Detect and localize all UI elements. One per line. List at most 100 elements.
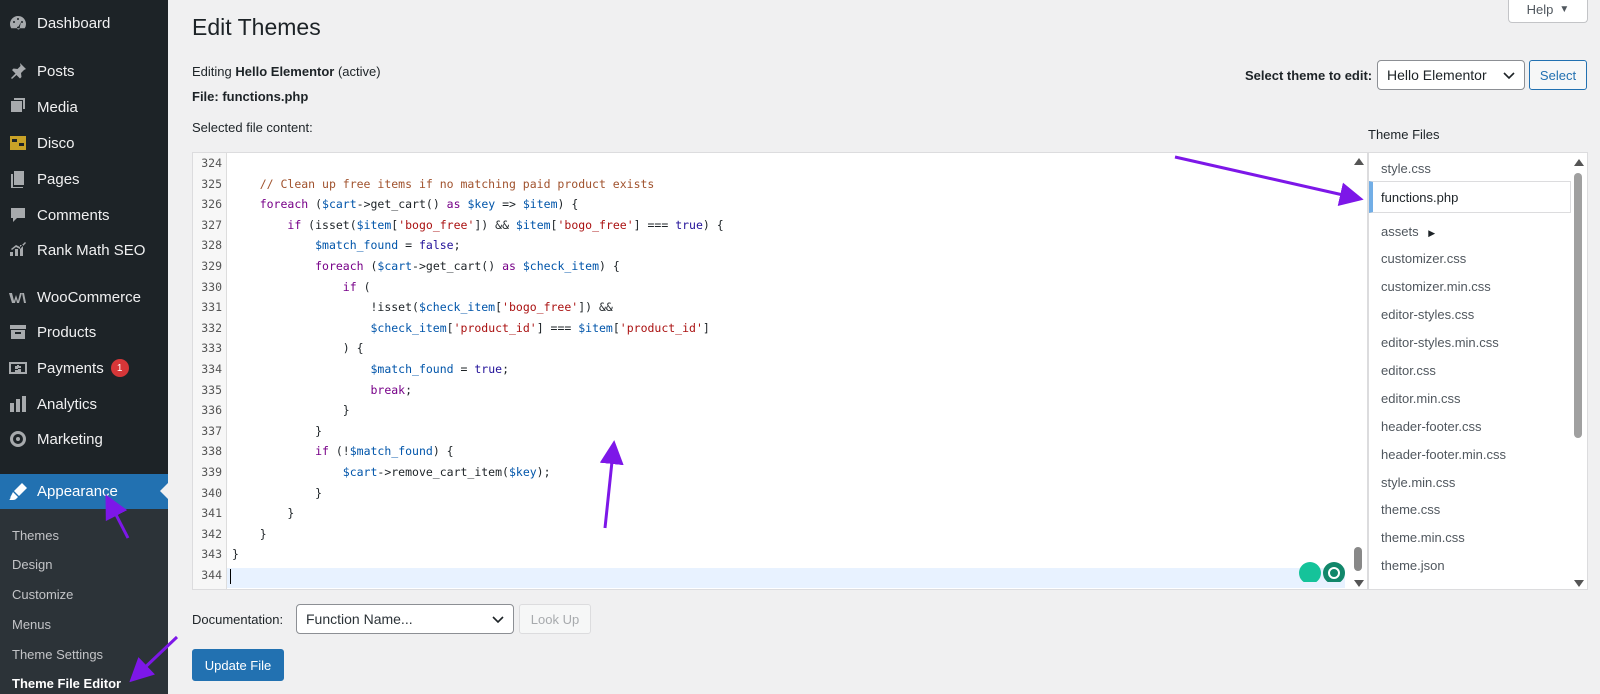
file-item[interactable]: editor-styles.css: [1381, 307, 1474, 322]
code-line[interactable]: [227, 568, 1345, 588]
menu-marketing[interactable]: Marketing: [0, 422, 168, 456]
code-line[interactable]: $cart->remove_cart_item($key);: [232, 465, 551, 479]
code-token: (: [356, 279, 371, 294]
code-line[interactable]: $match_found = false;: [232, 238, 460, 253]
code-line[interactable]: if (!$match_found) {: [232, 444, 454, 458]
code-token: $cart: [322, 197, 357, 212]
menu-dashboard[interactable]: Dashboard: [0, 6, 168, 40]
file-item[interactable]: theme.json: [1381, 558, 1445, 573]
code-token: 'product_id': [453, 320, 537, 335]
help-label: Help: [1526, 1, 1554, 17]
code-line[interactable]: break;: [232, 383, 412, 397]
menu-products[interactable]: Products: [0, 315, 168, 349]
scroll-down-icon[interactable]: [1354, 580, 1364, 587]
file-item[interactable]: editor.css: [1381, 363, 1436, 378]
code-line[interactable]: foreach ($cart->get_cart() as $key => $i…: [232, 197, 579, 212]
code-line[interactable]: if (: [232, 280, 371, 294]
file-item[interactable]: header-footer.min.css: [1381, 447, 1506, 462]
file-item-current[interactable]: functions.php: [1369, 181, 1571, 213]
code-token: ) {: [599, 259, 620, 273]
code-line[interactable]: }: [232, 547, 239, 561]
menu-analytics[interactable]: Analytics: [0, 387, 168, 421]
code-token: (: [308, 197, 323, 212]
file-item[interactable]: theme.css: [1381, 502, 1440, 517]
menu-rank-math-seo[interactable]: Rank Math SEO: [0, 233, 168, 267]
menu-media[interactable]: Media: [0, 90, 168, 124]
file-item[interactable]: customizer.css: [1381, 251, 1466, 266]
code-line[interactable]: }: [232, 424, 322, 438]
menu-posts[interactable]: Posts: [0, 54, 168, 88]
theme-select[interactable]: Hello Elementor: [1377, 60, 1525, 90]
menu-appearance[interactable]: Appearance: [0, 474, 168, 509]
scroll-thumb[interactable]: [1574, 173, 1582, 438]
code-line[interactable]: }: [232, 527, 267, 541]
comment-icon: [8, 205, 28, 225]
submenu-menus[interactable]: Menus: [12, 617, 51, 632]
menu-payments[interactable]: Payments 1: [0, 351, 168, 385]
text-cursor: [230, 569, 231, 584]
bar-chart-icon: [8, 394, 28, 414]
documentation-select-value: Function Name...: [306, 611, 413, 627]
code-token: true: [474, 362, 503, 376]
code-line[interactable]: foreach ($cart->get_cart() as $check_ite…: [232, 259, 620, 273]
code-line[interactable]: }: [232, 403, 350, 417]
submenu-themes[interactable]: Themes: [12, 528, 59, 543]
menu-label: Pages: [37, 170, 80, 188]
scroll-thumb[interactable]: [1354, 547, 1362, 571]
menu-disco[interactable]: Disco: [0, 126, 168, 160]
menu-label: Media: [37, 98, 78, 116]
code-line[interactable]: $check_item['product_id'] === $item['pro…: [232, 320, 709, 335]
lookup-button[interactable]: Look Up: [519, 604, 591, 634]
file-item[interactable]: header-footer.css: [1381, 419, 1481, 434]
menu-pages[interactable]: Pages: [0, 162, 168, 196]
update-file-button[interactable]: Update File: [192, 649, 284, 681]
file-item[interactable]: theme.min.css: [1381, 530, 1465, 545]
menu-label: Disco: [37, 134, 75, 152]
scroll-down-icon[interactable]: [1574, 580, 1584, 587]
scroll-up-icon[interactable]: [1574, 159, 1584, 166]
code-token: ;: [502, 362, 509, 376]
submenu-theme-settings[interactable]: Theme Settings: [12, 647, 103, 662]
code-token: [: [495, 300, 503, 315]
code-token: =: [453, 362, 475, 376]
pages-icon: [8, 169, 28, 189]
grammar-assistant-icon[interactable]: [1297, 560, 1347, 582]
help-button[interactable]: Help ▼: [1508, 0, 1588, 23]
file-item[interactable]: style.min.css: [1381, 475, 1455, 490]
code-line[interactable]: }: [232, 486, 322, 500]
code-line[interactable]: }: [232, 506, 294, 520]
submenu-theme-file-editor[interactable]: Theme File Editor: [12, 676, 121, 691]
code-line[interactable]: !isset($check_item['bogo_free']) &&: [232, 300, 612, 315]
line-number: 330: [201, 279, 222, 294]
line-number: 341: [201, 506, 222, 521]
menu-woocommerce[interactable]: WooCommerce: [0, 280, 168, 314]
file-item[interactable]: editor-styles.min.css: [1381, 335, 1499, 350]
code-line[interactable]: $match_found = true;: [232, 362, 509, 376]
menu-label: Payments: [37, 359, 104, 377]
code-token: =: [398, 238, 419, 253]
code-editor[interactable]: 324 325 326 327 328 329 330 331 332 333 334 335 336 3…: [192, 152, 1368, 590]
code-line[interactable]: if (isset($item['bogo_free']) && $item['…: [232, 218, 723, 232]
theme-files-scrollbar[interactable]: [1570, 153, 1587, 589]
scroll-up-icon[interactable]: [1354, 158, 1364, 165]
code-line[interactable]: ) {: [232, 341, 364, 355]
documentation-select[interactable]: Function Name...: [296, 604, 514, 634]
folder-item[interactable]: assets ▶: [1381, 224, 1435, 239]
select-button[interactable]: Select: [1529, 60, 1587, 90]
media-icon: [8, 97, 28, 117]
theme-files-title: Theme Files: [1368, 127, 1440, 142]
code-token: $key: [467, 197, 496, 212]
file-item[interactable]: customizer.min.css: [1381, 279, 1491, 294]
code-token: }: [232, 485, 323, 500]
submenu-customize[interactable]: Customize: [12, 587, 73, 602]
code-token: ) {: [432, 444, 454, 459]
submenu-design[interactable]: Design: [12, 557, 52, 572]
file-item[interactable]: editor.min.css: [1381, 391, 1460, 406]
code-line[interactable]: // Clean up free items if no matching pa…: [232, 177, 655, 191]
file-item[interactable]: style.css: [1381, 161, 1431, 176]
editor-scrollbar[interactable]: [1350, 152, 1366, 590]
menu-comments[interactable]: Comments: [0, 198, 168, 232]
